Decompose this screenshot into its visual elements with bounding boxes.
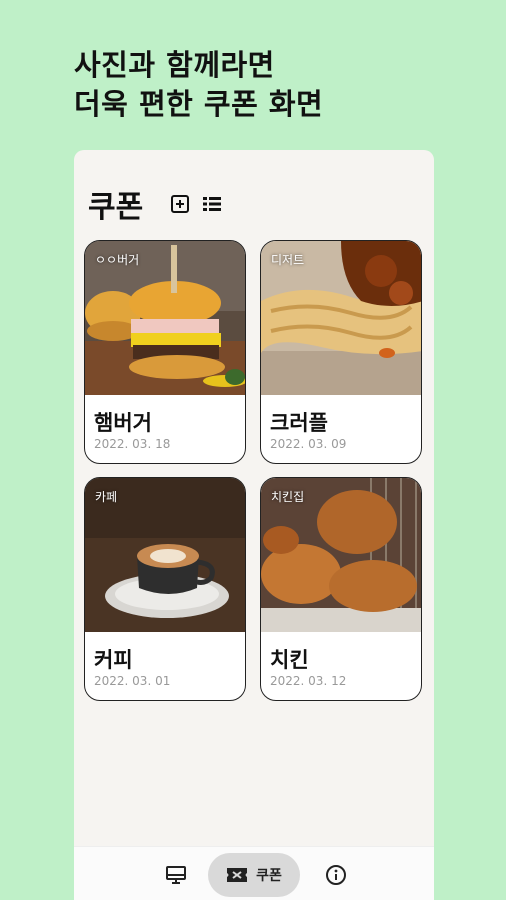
coupon-photo: ㅇㅇ버거 xyxy=(85,241,245,395)
coupon-date: 2022. 03. 01 xyxy=(94,674,171,688)
coupon-date: 2022. 03. 09 xyxy=(270,437,347,451)
coupon-icon xyxy=(227,868,248,882)
bottom-nav: 쿠폰 xyxy=(74,846,434,900)
promo-line-2: 더욱 편한 쿠폰 화면 xyxy=(74,87,324,121)
coupon-category: ㅇㅇ버거 xyxy=(95,253,140,267)
coupon-header: 쿠폰 xyxy=(88,186,233,225)
list-view-icon[interactable] xyxy=(201,193,223,215)
coupon-name: 햄버거 xyxy=(94,411,152,435)
coupon-name: 크러플 xyxy=(270,411,328,435)
coupon-category: 카페 xyxy=(95,490,118,504)
coupon-category: 디저트 xyxy=(271,253,305,267)
info-icon xyxy=(326,865,346,885)
coupon-name: 치킨 xyxy=(270,648,309,672)
nav-info[interactable] xyxy=(316,853,356,897)
nav-display[interactable] xyxy=(156,853,196,897)
coupon-card[interactable]: ㅇㅇ버거 햄버거 2022. 03. 18 xyxy=(84,240,246,464)
coupon-date: 2022. 03. 18 xyxy=(94,437,171,451)
coupon-card[interactable]: 치킨집 치킨 2022. 03. 12 xyxy=(260,477,422,701)
coupon-category: 치킨집 xyxy=(271,490,305,504)
add-box-icon[interactable] xyxy=(169,193,191,215)
coupon-date: 2022. 03. 12 xyxy=(270,674,347,688)
coupon-name: 커피 xyxy=(94,648,133,672)
nav-coupon[interactable]: 쿠폰 xyxy=(208,853,300,897)
coupon-photo: 카페 xyxy=(85,478,245,632)
nav-coupon-label: 쿠폰 xyxy=(256,868,282,884)
coupon-photo: 디저트 xyxy=(261,241,421,395)
page-title: 쿠폰 xyxy=(88,190,144,225)
promo-headline: 사진과 함께라면 더욱 편한 쿠폰 화면 xyxy=(74,46,323,124)
promo-line-1: 사진과 함께라면 xyxy=(74,48,275,82)
coupon-card[interactable]: 카페 커피 2022. 03. 01 xyxy=(84,477,246,701)
display-icon xyxy=(166,866,186,884)
coupon-photo: 치킨집 xyxy=(261,478,421,632)
app-screen: 쿠폰 ㅇㅇ버거 햄버거 2022. 03. 18 디저트 크러플 2022. 0… xyxy=(74,150,434,900)
coupon-card[interactable]: 디저트 크러플 2022. 03. 09 xyxy=(260,240,422,464)
